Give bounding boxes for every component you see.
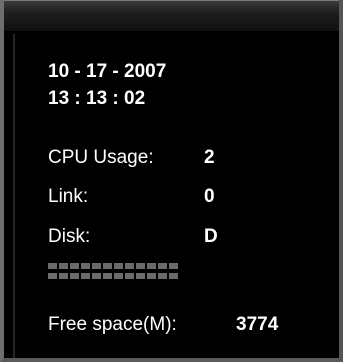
disk-value: D [204,226,218,247]
disk-meter-row [48,263,188,269]
disk-meter-segment [169,263,178,269]
disk-meter-segment [114,263,123,269]
disk-meter-segment [59,263,68,269]
disk-meter-segment [114,273,123,279]
disk-meter-segment [147,273,156,279]
disk-label: Disk: [48,226,91,247]
disk-meter-segment [136,263,145,269]
disk-meter-segment [92,263,101,269]
disk-usage-meter [48,263,188,283]
free-space-label: Free space(M): [48,314,177,335]
disk-meter-segment [125,263,134,269]
time-display: 13 : 13 : 02 [48,88,146,109]
disk-meter-segment [103,273,112,279]
free-space-value: 3774 [236,314,279,335]
date-display: 10 - 17 - 2007 [48,61,167,82]
disk-meter-segment [169,273,178,279]
link-label: Link: [48,186,89,207]
panel-edge [13,34,15,358]
cpu-usage-value: 2 [204,147,215,168]
disk-meter-segment [158,273,167,279]
window-title-bar[interactable] [4,0,339,31]
disk-meter-segment [59,273,68,279]
disk-meter-segment [70,273,79,279]
cpu-usage-label: CPU Usage: [48,147,154,168]
disk-meter-segment [92,273,101,279]
disk-meter-row [48,273,188,279]
disk-meter-segment [81,263,90,269]
disk-meter-segment [48,273,57,279]
disk-meter-segment [70,263,79,269]
disk-meter-segment [147,263,156,269]
disk-meter-segment [136,273,145,279]
disk-meter-segment [103,263,112,269]
system-monitor-window: 10 - 17 - 2007 13 : 13 : 02 CPU Usage: 2… [0,0,343,362]
link-value: 0 [204,186,215,207]
disk-meter-segment [125,273,134,279]
disk-meter-segment [48,263,57,269]
disk-meter-segment [81,273,90,279]
disk-meter-segment [158,263,167,269]
